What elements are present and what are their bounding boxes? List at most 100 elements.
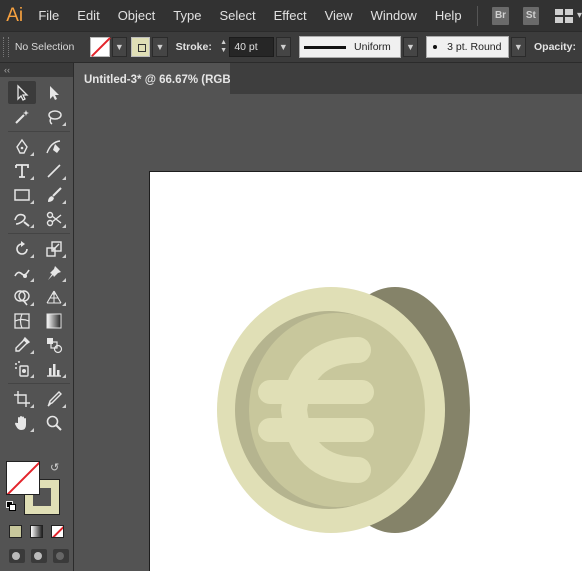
line-segment-icon — [47, 163, 61, 178]
menu-edit[interactable]: Edit — [68, 0, 108, 31]
magnifier-icon — [46, 415, 62, 431]
panel-grip-handle[interactable] — [3, 37, 9, 57]
lasso-icon — [48, 109, 62, 125]
selection-tool[interactable] — [8, 81, 36, 104]
menu-view[interactable]: View — [316, 0, 362, 31]
bar-graph-icon — [47, 363, 61, 377]
draw-behind-button[interactable] — [31, 549, 47, 563]
pen-nib-icon — [16, 138, 28, 154]
menu-type[interactable]: Type — [164, 0, 210, 31]
stroke-weight-stepper[interactable]: ▲ ▼ — [218, 37, 229, 57]
menu-select[interactable]: Select — [210, 0, 264, 31]
warp-icon — [14, 269, 30, 278]
brush-dropdown[interactable]: ▼ — [510, 37, 526, 57]
eyedropper-icon — [15, 336, 31, 352]
menu-effect[interactable]: Effect — [265, 0, 316, 31]
document-tab[interactable]: Untitled-3* @ 66.67% (RGB/P — [75, 63, 230, 94]
magic-wand-icon — [15, 109, 29, 124]
slice-knife-icon — [47, 390, 62, 407]
rotate-tool[interactable] — [8, 237, 36, 260]
workspace-switcher-button[interactable]: ▾ — [554, 8, 582, 23]
blend-icon — [47, 337, 63, 353]
eyedropper-tool[interactable] — [8, 333, 36, 356]
direct-selection-arrow-icon — [50, 85, 59, 100]
paintbrush-icon — [48, 186, 62, 202]
hand-tool[interactable] — [8, 411, 36, 434]
control-bar: No Selection ▼ ▼ Stroke: ▲ ▼ 40 pt ▼ Unif… — [0, 31, 582, 63]
bridge-button[interactable]: Br — [492, 6, 509, 25]
scale-icon — [46, 240, 62, 257]
curvature-pen-icon — [46, 139, 61, 153]
artboard-icon — [14, 390, 30, 407]
rectangle-tool[interactable] — [8, 183, 36, 206]
scale-tool[interactable] — [40, 237, 68, 260]
type-tool[interactable] — [8, 159, 36, 182]
artboard-tool[interactable] — [8, 387, 36, 410]
default-fill-stroke-icon[interactable] — [6, 501, 16, 511]
illustrator-logo: Ai — [6, 4, 24, 26]
slice-tool[interactable] — [40, 387, 68, 410]
stroke-color-dropdown[interactable]: ▼ — [111, 37, 128, 57]
tools-panel: ‹‹ ↺ — [0, 63, 74, 571]
column-graph-tool[interactable] — [40, 357, 68, 380]
gradient-mode-button[interactable] — [30, 525, 43, 538]
brush-dot-icon — [433, 45, 438, 49]
rectangle-icon — [14, 188, 30, 201]
hand-icon — [15, 415, 26, 430]
puppet-warp-tool[interactable] — [40, 261, 68, 284]
draw-normal-button[interactable] — [9, 549, 25, 563]
profile-dropdown[interactable]: ▼ — [402, 37, 419, 57]
shaper-icon — [14, 213, 30, 227]
chevron-down-icon: ▾ — [576, 10, 582, 21]
stroke-color-swatch[interactable] — [90, 37, 110, 57]
fill-color-dropdown[interactable]: ▼ — [152, 37, 168, 57]
menu-help[interactable]: Help — [426, 0, 471, 31]
menu-object[interactable]: Object — [109, 0, 165, 31]
lasso-tool[interactable] — [40, 105, 68, 128]
none-mode-button[interactable] — [51, 525, 64, 538]
zoom-tool[interactable] — [40, 411, 68, 434]
symbol-sprayer-tool[interactable] — [8, 357, 36, 380]
pushpin-icon — [48, 265, 61, 280]
brush-definition-select[interactable]: 3 pt. Round — [426, 36, 509, 58]
stroke-weight-dropdown[interactable]: ▼ — [275, 37, 292, 57]
canvas-area[interactable] — [75, 94, 582, 571]
scissors-icon — [46, 211, 62, 226]
swap-fill-stroke-icon[interactable]: ↺ — [50, 461, 59, 474]
perspective-grid-icon — [46, 290, 62, 304]
shape-builder-tool[interactable] — [8, 285, 36, 308]
pen-tool[interactable] — [8, 135, 36, 158]
gradient-tool[interactable] — [40, 309, 68, 332]
draw-mode-buttons — [9, 549, 69, 563]
perspective-grid-tool[interactable] — [40, 285, 68, 308]
curvature-tool[interactable] — [40, 135, 68, 158]
menu-window[interactable]: Window — [362, 0, 426, 31]
opacity-label[interactable]: Opacity: — [534, 41, 576, 53]
gradient-icon — [46, 313, 62, 328]
tools-panel-collapse[interactable]: ‹‹ — [0, 63, 73, 77]
profile-label: Uniform — [354, 41, 391, 53]
selection-status: No Selection — [14, 41, 75, 53]
fill-color-box[interactable] — [6, 461, 40, 495]
mesh-tool[interactable] — [8, 309, 36, 332]
scissors-tool[interactable] — [40, 207, 68, 230]
menu-file[interactable]: File — [29, 0, 68, 31]
menu-divider — [476, 5, 478, 26]
warp-tool[interactable] — [8, 261, 36, 284]
paintbrush-tool[interactable] — [40, 183, 68, 206]
magic-wand-tool[interactable] — [8, 105, 36, 128]
draw-inside-button[interactable] — [53, 549, 69, 563]
line-segment-tool[interactable] — [40, 159, 68, 182]
euro-coin-artwork[interactable] — [75, 94, 582, 571]
rotate-icon — [16, 240, 28, 255]
blend-tool[interactable] — [40, 333, 68, 356]
color-mode-button[interactable] — [9, 525, 22, 538]
stock-button[interactable]: St — [522, 6, 539, 25]
fill-color-swatch[interactable] — [131, 37, 151, 57]
stroke-weight-input[interactable]: 40 pt — [229, 37, 274, 57]
shaper-tool[interactable] — [8, 207, 36, 230]
direct-selection-tool[interactable] — [40, 81, 68, 104]
variable-width-profile-select[interactable]: Uniform — [299, 36, 401, 58]
symbol-sprayer-icon — [15, 360, 29, 377]
workspace-grid-icon — [554, 8, 573, 23]
